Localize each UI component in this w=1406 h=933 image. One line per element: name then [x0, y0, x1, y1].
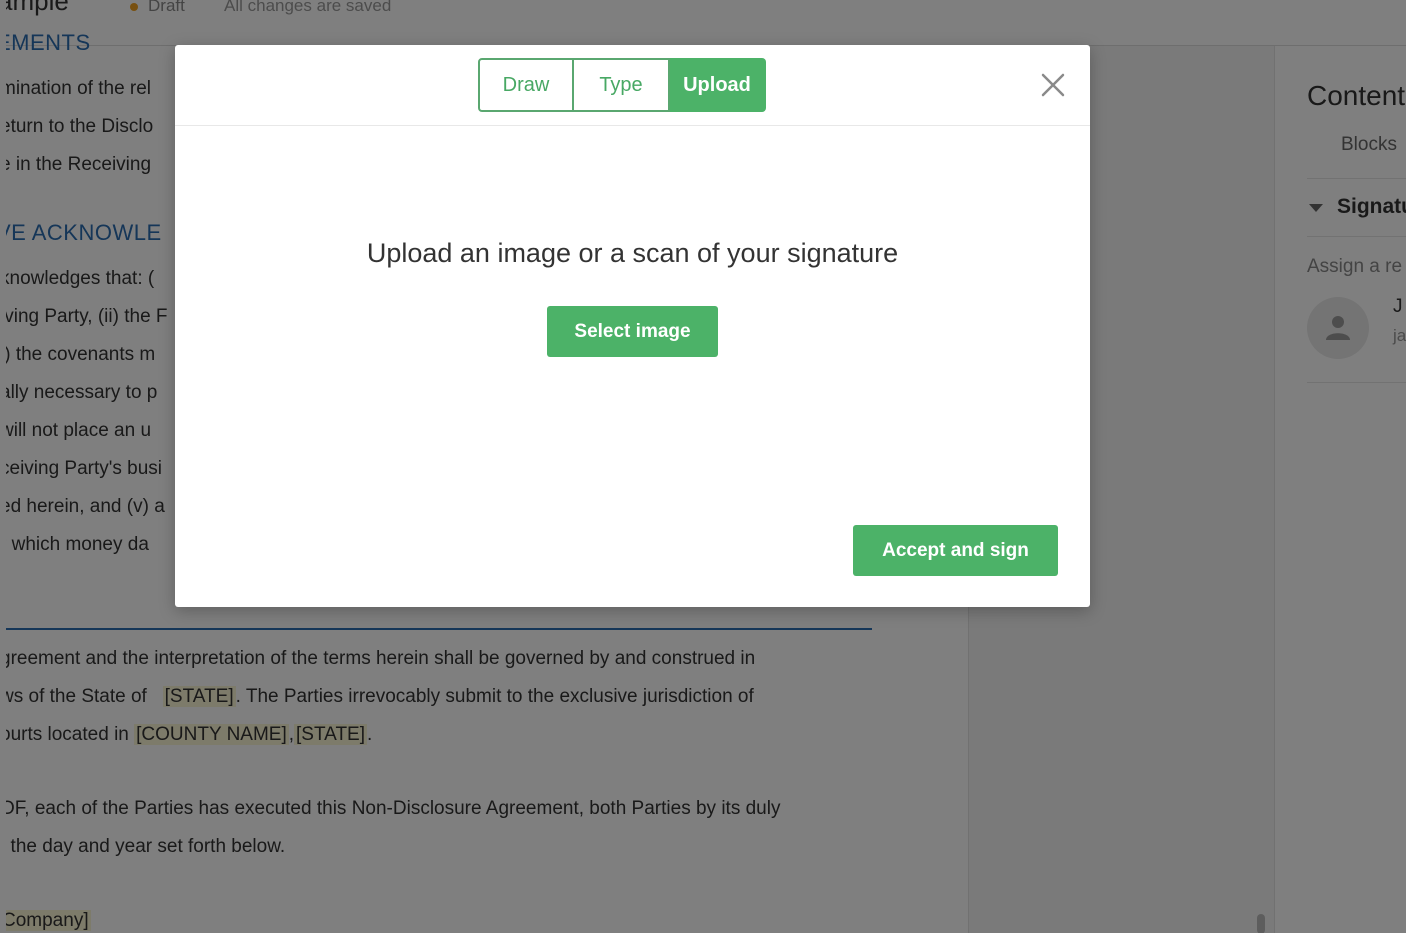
select-image-button[interactable]: Select image	[547, 306, 718, 357]
tab-draw[interactable]: Draw	[478, 58, 574, 112]
accept-and-sign-button[interactable]: Accept and sign	[853, 525, 1058, 576]
tab-upload[interactable]: Upload	[670, 58, 766, 112]
tab-type[interactable]: Type	[574, 58, 670, 112]
close-button[interactable]	[1037, 69, 1069, 101]
upload-prompt: Upload an image or a scan of your signat…	[366, 238, 899, 268]
modal-header: Draw Type Upload	[175, 45, 1090, 126]
signature-modal: Draw Type Upload Upload an image or a sc…	[175, 45, 1090, 607]
close-icon	[1041, 73, 1065, 97]
signature-mode-tabs: Draw Type Upload	[478, 58, 766, 112]
